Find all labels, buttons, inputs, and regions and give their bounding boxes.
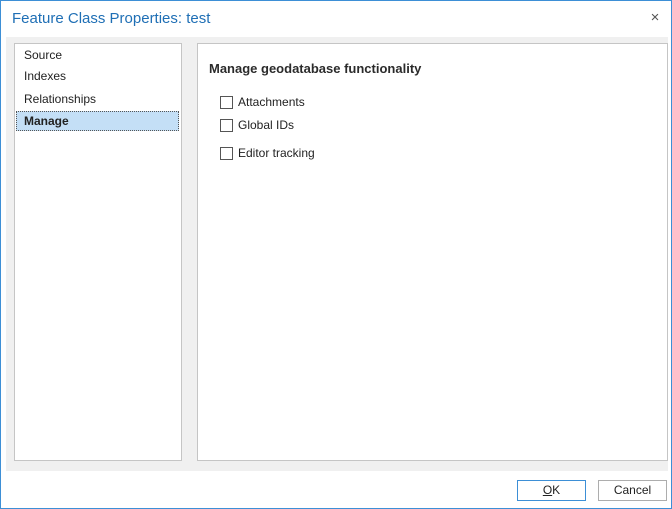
- attachments-label: Attachments: [238, 95, 305, 109]
- title-bar: Feature Class Properties: test ×: [1, 1, 671, 37]
- nav-item-source[interactable]: Source: [16, 45, 179, 65]
- feature-class-properties-dialog: Feature Class Properties: test × Source …: [0, 0, 672, 509]
- global-ids-label: Global IDs: [238, 118, 295, 132]
- ok-button[interactable]: OK: [517, 480, 586, 501]
- section-heading: Manage geodatabase functionality: [209, 61, 422, 76]
- nav-panel: Source Indexes Relationships Manage: [14, 43, 182, 461]
- ok-access-key: O: [542, 483, 553, 497]
- global-ids-checkbox[interactable]: [220, 119, 233, 132]
- ok-label-rest: K: [552, 483, 561, 497]
- nav-item-relationships[interactable]: Relationships: [16, 89, 179, 109]
- cancel-button[interactable]: Cancel: [598, 480, 667, 501]
- nav-item-indexes[interactable]: Indexes: [16, 66, 179, 86]
- dialog-title: Feature Class Properties: test: [12, 10, 211, 27]
- attachments-checkbox[interactable]: [220, 96, 233, 109]
- close-icon[interactable]: ×: [645, 8, 665, 28]
- editor-tracking-label: Editor tracking: [238, 146, 315, 160]
- main-panel: Manage geodatabase functionality Attachm…: [197, 43, 668, 461]
- nav-item-manage[interactable]: Manage: [16, 111, 179, 131]
- editor-tracking-checkbox[interactable]: [220, 147, 233, 160]
